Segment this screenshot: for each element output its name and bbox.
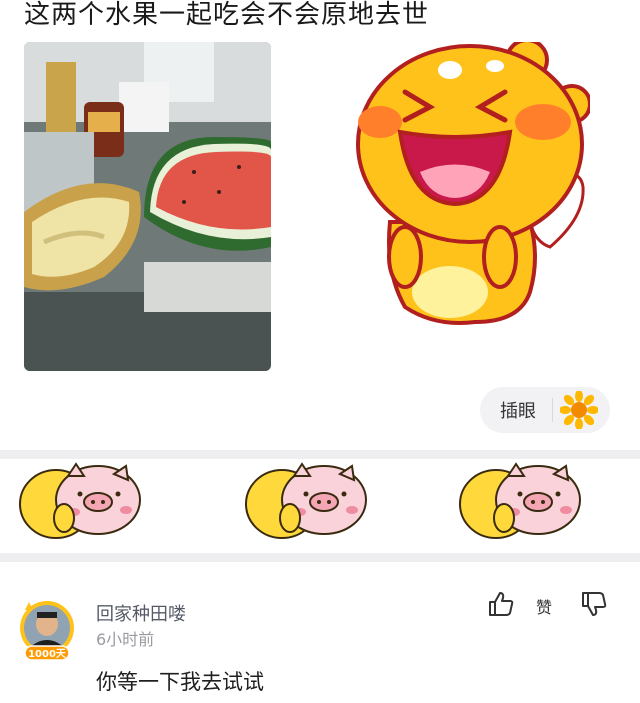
pig-hug-sticker — [18, 456, 142, 542]
insert-eye-button[interactable]: 插眼 — [480, 387, 610, 433]
comment-text: 你等一下我去试试 — [96, 670, 264, 694]
comment-item: 1000天 回家种田喽 6小时前 你等一下我去试试 赞 — [0, 580, 640, 700]
pill-divider — [552, 398, 553, 422]
section-divider — [0, 553, 640, 562]
thumbs-up-icon[interactable] — [487, 590, 515, 618]
laughing-sticker — [345, 38, 592, 327]
insert-eye-label: 插眼 — [500, 401, 536, 422]
post-photo[interactable] — [24, 42, 271, 371]
sunflower-icon — [560, 391, 598, 429]
like-label[interactable]: 赞 — [536, 594, 552, 618]
comment-time: 6小时前 — [96, 630, 155, 649]
avatar[interactable]: 1000天 — [19, 600, 75, 662]
pig-hug-sticker — [244, 456, 368, 542]
post-text: 这两个水果一起吃会不会原地去世 — [24, 0, 430, 30]
avatar-badge: 1000天 — [28, 648, 67, 660]
pig-hug-sticker — [458, 456, 582, 542]
comment-username[interactable]: 回家种田喽 — [96, 600, 186, 626]
thumbs-down-icon[interactable] — [580, 590, 608, 618]
